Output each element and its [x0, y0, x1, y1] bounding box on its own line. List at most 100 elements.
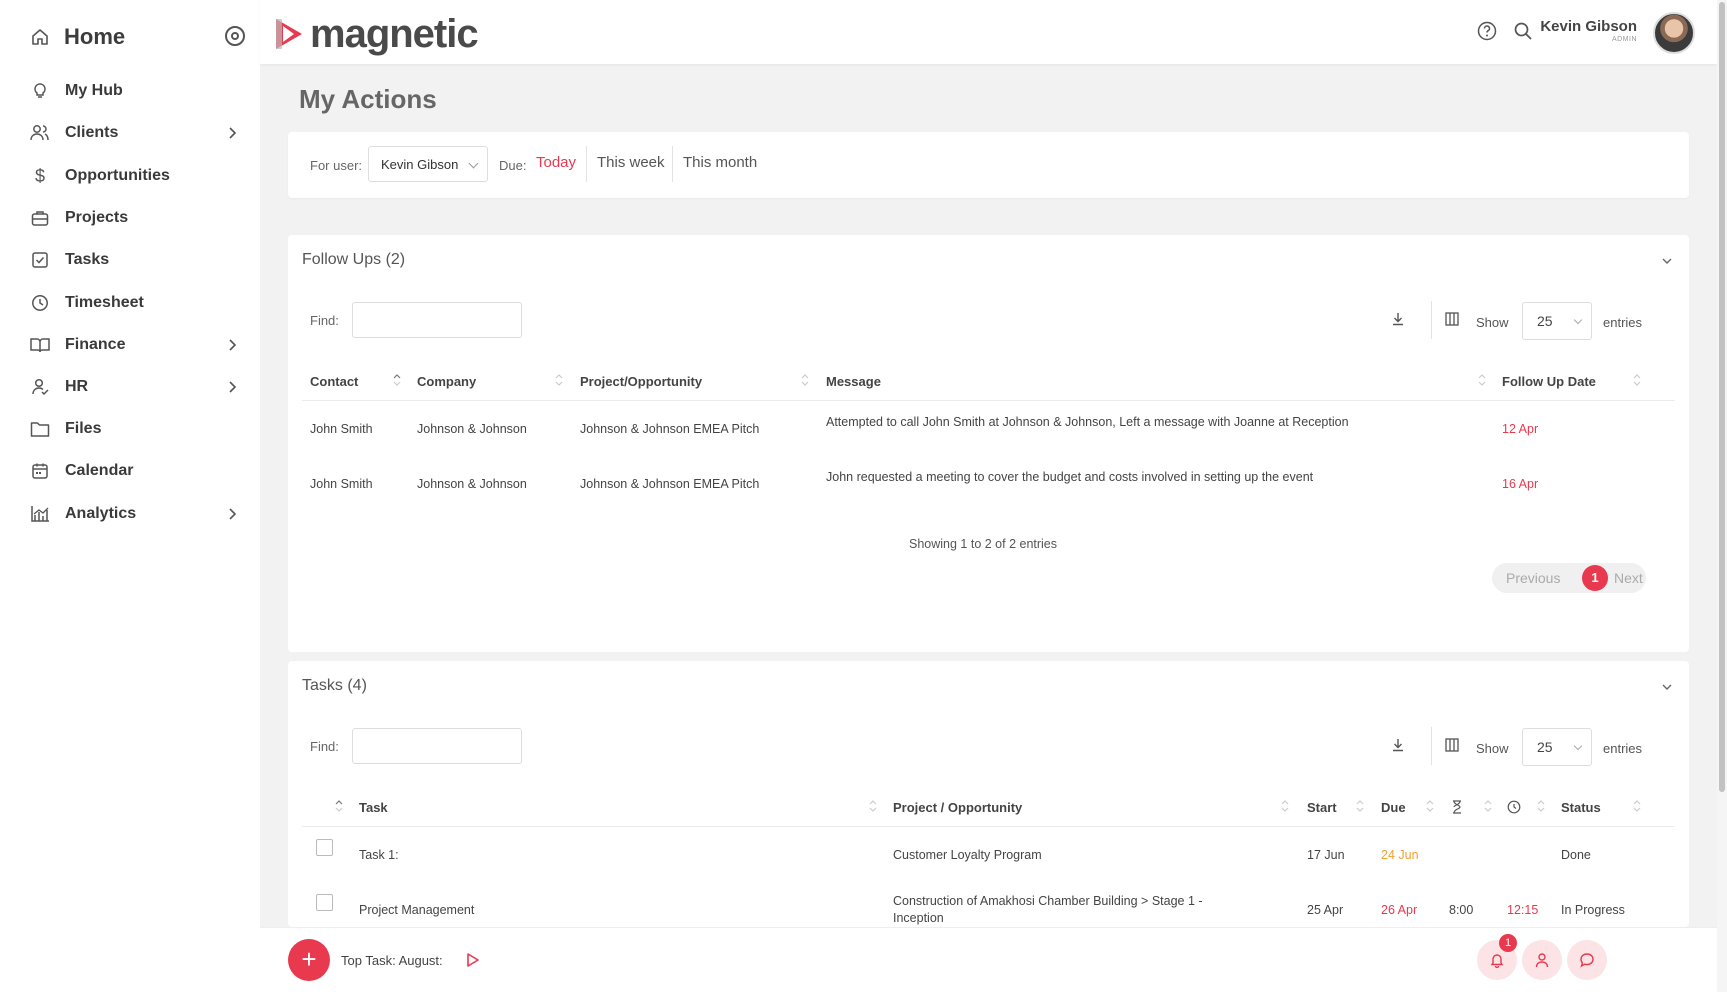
- bell-icon: [1490, 954, 1504, 968]
- sidebar-item-analytics[interactable]: Analytics: [30, 499, 240, 529]
- clock-icon[interactable]: [1507, 800, 1521, 814]
- sidebar-item-hr[interactable]: HR: [30, 372, 240, 402]
- search-icon[interactable]: [1513, 21, 1533, 41]
- sidebar-item-label: HR: [65, 378, 89, 395]
- col-task[interactable]: Task: [359, 800, 388, 815]
- due-this-week[interactable]: This week: [597, 154, 665, 171]
- user-role: ADMIN: [1611, 36, 1637, 43]
- calendar-icon: [30, 461, 50, 481]
- sidebar-item-opportunities[interactable]: $ Opportunities: [30, 161, 240, 191]
- task-checkbox[interactable]: [316, 839, 333, 856]
- cell-project-cont[interactable]: Inception: [893, 911, 944, 925]
- notifications-button[interactable]: 1: [1477, 934, 1517, 980]
- col-start[interactable]: Start: [1307, 800, 1337, 815]
- scrollbar[interactable]: [1717, 0, 1727, 992]
- cell-start: 25 Apr: [1307, 903, 1344, 917]
- cell-task[interactable]: Project Management: [359, 903, 474, 917]
- cell-project[interactable]: Customer Loyalty Program: [893, 848, 1042, 862]
- sidebar-item-my-hub[interactable]: My Hub: [30, 76, 240, 106]
- col-project-opportunity[interactable]: Project / Opportunity: [893, 800, 1022, 815]
- bulb-icon: [30, 81, 50, 101]
- col-company[interactable]: Company: [417, 374, 476, 389]
- cell-project[interactable]: Construction of Amakhosi Chamber Buildin…: [893, 894, 1203, 908]
- col-project[interactable]: Project/Opportunity: [580, 374, 702, 389]
- sidebar-home-label: Home: [64, 24, 126, 49]
- col-message[interactable]: Message: [826, 374, 881, 389]
- find-label: Find:: [310, 739, 339, 754]
- due-label: Due:: [499, 158, 527, 173]
- sidebar-item-files[interactable]: Files: [30, 414, 240, 444]
- entries-select-value: 25: [1537, 313, 1553, 329]
- sort-icon[interactable]: [334, 798, 344, 814]
- cell-company[interactable]: Johnson & Johnson: [417, 422, 527, 436]
- sort-icon[interactable]: [1483, 798, 1493, 814]
- cell-company[interactable]: Johnson & Johnson: [417, 477, 527, 491]
- entries-select-value: 25: [1537, 739, 1553, 755]
- sidebar-item-calendar[interactable]: Calendar: [30, 456, 240, 486]
- showing-entries: Showing 1 to 2 of 2 entries: [909, 537, 1058, 551]
- col-follow-up-date[interactable]: Follow Up Date: [1502, 374, 1596, 389]
- user-select-value: Kevin Gibson: [381, 157, 459, 172]
- cell-project[interactable]: Johnson & Johnson EMEA Pitch: [580, 477, 759, 491]
- dollar-icon: $: [34, 165, 45, 186]
- chat-button[interactable]: [1567, 940, 1607, 980]
- hourglass-icon[interactable]: [1451, 800, 1463, 814]
- sidebar-item-clients[interactable]: Clients: [30, 118, 240, 148]
- sort-icon[interactable]: [800, 372, 810, 388]
- entries-select[interactable]: 25: [1522, 728, 1592, 766]
- help-icon[interactable]: [1477, 21, 1497, 41]
- checkbox-icon: [30, 250, 50, 270]
- sort-icon[interactable]: [1632, 372, 1642, 388]
- sort-icon[interactable]: [1536, 798, 1546, 814]
- add-button[interactable]: +: [288, 939, 330, 981]
- profile-button[interactable]: [1522, 940, 1562, 980]
- sort-icon[interactable]: [1355, 798, 1365, 814]
- sidebar-home[interactable]: Home: [30, 20, 245, 54]
- tasks-search-input[interactable]: [352, 728, 522, 764]
- col-contact[interactable]: Contact: [310, 374, 358, 389]
- sidebar-item-finance[interactable]: Finance: [30, 330, 240, 360]
- sort-icon[interactable]: [554, 372, 564, 388]
- previous-button[interactable]: Previous: [1506, 570, 1560, 586]
- download-icon[interactable]: [1390, 737, 1406, 753]
- download-icon[interactable]: [1390, 311, 1406, 327]
- show-label: Show: [1476, 741, 1509, 756]
- pagination: Previous 1 Next: [1492, 563, 1646, 593]
- sort-icon[interactable]: [1632, 798, 1642, 814]
- chevron-down-icon[interactable]: [1661, 681, 1673, 693]
- sort-icon[interactable]: [1280, 798, 1290, 814]
- cell-contact[interactable]: John Smith: [310, 477, 373, 491]
- col-due[interactable]: Due: [1381, 800, 1406, 815]
- due-this-month[interactable]: This month: [683, 154, 757, 171]
- cell-status: In Progress: [1561, 903, 1625, 917]
- user-select[interactable]: Kevin Gibson: [368, 146, 488, 182]
- sort-icon[interactable]: [868, 798, 878, 814]
- avatar[interactable]: [1653, 12, 1695, 54]
- briefcase-icon: [30, 208, 50, 228]
- scrollbar-thumb[interactable]: [1719, 2, 1725, 792]
- sort-icon[interactable]: [392, 372, 402, 388]
- target-icon[interactable]: [225, 26, 245, 46]
- sidebar-item-tasks[interactable]: Tasks: [30, 245, 240, 275]
- play-icon[interactable]: [466, 952, 480, 968]
- due-today[interactable]: Today: [536, 154, 576, 171]
- followups-search-input[interactable]: [352, 302, 522, 338]
- cell-task[interactable]: Task 1:: [359, 848, 399, 862]
- sidebar-item-projects[interactable]: Projects: [30, 203, 240, 233]
- col-status[interactable]: Status: [1561, 800, 1601, 815]
- sort-icon[interactable]: [1477, 372, 1487, 388]
- next-button[interactable]: Next: [1614, 570, 1643, 586]
- task-checkbox[interactable]: [316, 894, 333, 911]
- cell-project[interactable]: Johnson & Johnson EMEA Pitch: [580, 422, 759, 436]
- chevron-down-icon[interactable]: [1661, 255, 1673, 267]
- cell-contact[interactable]: John Smith: [310, 422, 373, 436]
- page-1-button[interactable]: 1: [1582, 565, 1608, 591]
- sidebar-item-timesheet[interactable]: Timesheet: [30, 288, 240, 318]
- cell-message: Attempted to call John Smith at Johnson …: [826, 415, 1349, 429]
- sort-icon[interactable]: [1425, 798, 1435, 814]
- columns-icon[interactable]: [1444, 737, 1460, 753]
- columns-icon[interactable]: [1444, 311, 1460, 327]
- logo[interactable]: magnetic: [274, 14, 479, 54]
- entries-select[interactable]: 25: [1522, 302, 1592, 340]
- user-name[interactable]: Kevin Gibson: [1540, 18, 1637, 35]
